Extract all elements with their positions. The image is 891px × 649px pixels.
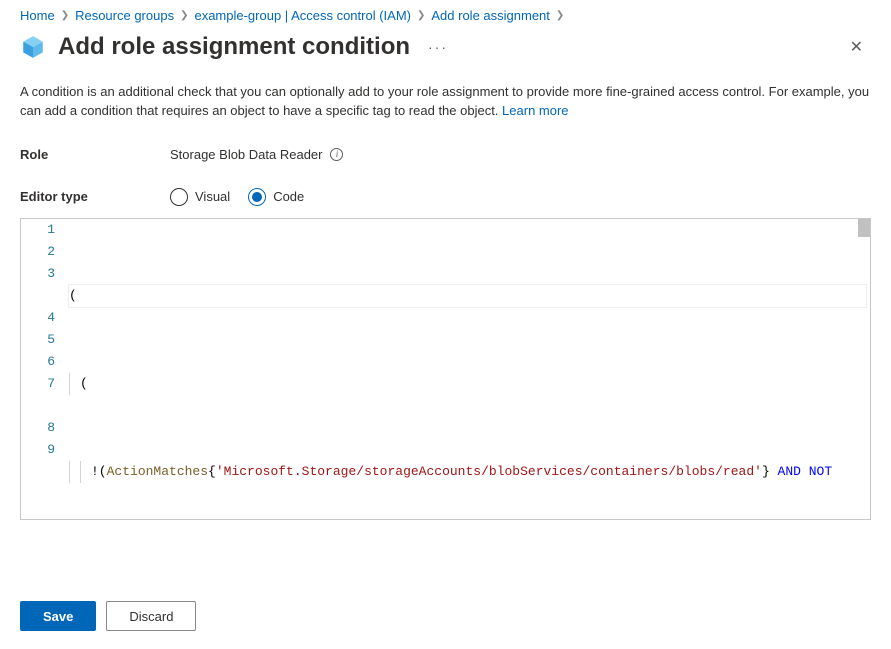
cube-icon [20,34,46,60]
scrollbar-thumb[interactable] [858,219,870,237]
breadcrumb-resource-groups[interactable]: Resource groups [75,8,174,23]
code-text: ( [69,285,866,307]
line-number [21,395,55,417]
chevron-right-icon: ❯ [180,10,188,21]
page-title: Add role assignment condition [58,33,410,61]
learn-more-link[interactable]: Learn more [502,103,568,118]
discard-button[interactable]: Discard [106,601,196,631]
code-gutter: 1 2 3 4 5 6 7 8 9 [21,219,69,519]
line-number: 5 [21,329,55,351]
radio-visual-label: Visual [195,189,230,204]
breadcrumb: Home ❯ Resource groups ❯ example-group |… [20,8,871,23]
code-text: ( [80,373,866,395]
line-number: 6 [21,351,55,373]
chevron-right-icon: ❯ [417,10,425,21]
role-value: Storage Blob Data Reader [170,147,322,162]
breadcrumb-example-group-iam[interactable]: example-group | Access control (IAM) [194,8,411,23]
line-number: 2 [21,241,55,263]
editor-type-row: Editor type Visual Code [20,188,871,206]
more-menu-icon[interactable]: ··· [428,39,448,55]
line-number [21,285,55,307]
chevron-right-icon: ❯ [556,10,564,21]
close-icon[interactable]: ✕ [842,33,871,61]
line-number: 4 [21,307,55,329]
radio-code[interactable]: Code [248,188,304,206]
radio-visual-input[interactable] [170,188,188,206]
info-icon[interactable]: i [330,148,343,161]
code-line: !(ActionMatches{'Microsoft.Storage/stora… [69,461,866,483]
breadcrumb-home[interactable]: Home [20,8,55,23]
line-number: 8 [21,417,55,439]
description-body: A condition is an additional check that … [20,84,869,118]
radio-code-label: Code [273,189,304,204]
line-number: 9 [21,439,55,461]
radio-code-input[interactable] [248,188,266,206]
code-line: ( [69,285,866,307]
description-text: A condition is an additional check that … [20,83,870,121]
action-bar: Save Discard [20,601,196,631]
chevron-right-icon: ❯ [61,10,69,21]
role-row: Role Storage Blob Data Reader i [20,147,871,162]
code-editor[interactable]: 1 2 3 4 5 6 7 8 9 ( ( !(ActionMatches{'M… [20,218,871,520]
role-label: Role [20,147,170,162]
code-area[interactable]: ( ( !(ActionMatches{'Microsoft.Storage/s… [69,219,870,519]
editor-type-label: Editor type [20,189,170,204]
code-line: ( [69,373,866,395]
line-number: 3 [21,263,55,285]
line-number: 1 [21,219,55,241]
page-header: Add role assignment condition ··· ✕ [20,33,871,61]
breadcrumb-add-role-assignment[interactable]: Add role assignment [431,8,550,23]
radio-visual[interactable]: Visual [170,188,230,206]
code-text: !(ActionMatches{'Microsoft.Storage/stora… [91,461,866,483]
line-number: 7 [21,373,55,395]
save-button[interactable]: Save [20,601,96,631]
